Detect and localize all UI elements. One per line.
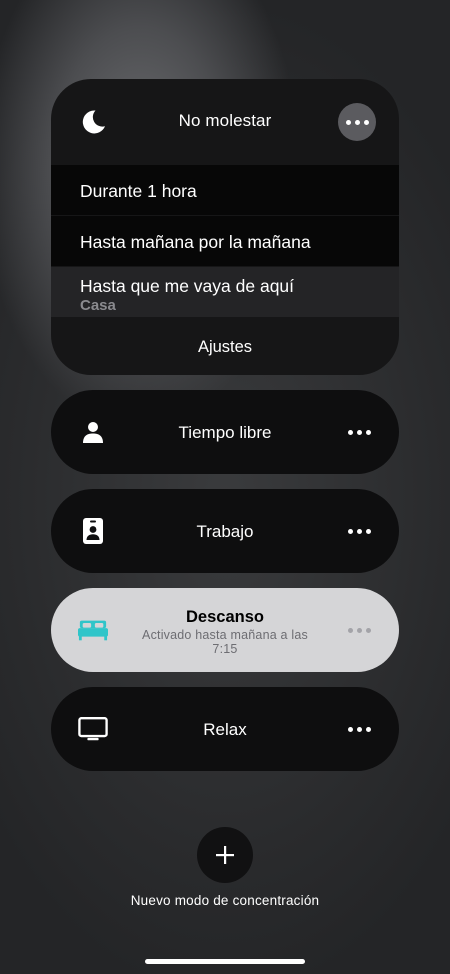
mode-more-button[interactable]: [339, 521, 379, 541]
add-focus-mode-label: Nuevo modo de concentración: [130, 893, 320, 908]
home-indicator[interactable]: [145, 959, 305, 964]
ellipsis-icon: [345, 119, 369, 125]
option-until-tomorrow-morning[interactable]: Hasta mañana por la mañana: [51, 216, 399, 266]
mode-more-button[interactable]: [339, 422, 379, 442]
mode-more-button[interactable]: [339, 620, 379, 640]
do-not-disturb-card: No molestar Durante 1 hora Hasta mañana …: [51, 79, 399, 375]
mode-status: Activado hasta mañana a las 7:15: [142, 628, 308, 656]
settings-link[interactable]: Ajustes: [51, 338, 399, 357]
plus-icon: [216, 846, 234, 864]
option-location: Casa: [80, 297, 116, 314]
option-label: Hasta mañana por la mañana: [80, 232, 311, 252]
option-one-hour[interactable]: Durante 1 hora: [51, 165, 399, 215]
mode-descanso[interactable]: Descanso Activado hasta mañana a las 7:1…: [51, 588, 399, 672]
option-label: Hasta que me vaya de aquí: [80, 276, 295, 296]
mode-more-button[interactable]: [339, 719, 379, 739]
mode-relax[interactable]: Relax: [51, 687, 399, 771]
ellipsis-icon: [347, 528, 371, 534]
ellipsis-icon: [347, 627, 371, 633]
option-label: Durante 1 hora: [80, 181, 197, 201]
do-not-disturb-header[interactable]: No molestar: [51, 79, 399, 165]
option-until-i-leave[interactable]: Hasta que me vaya de aquí Casa: [51, 267, 399, 317]
ellipsis-icon: [347, 429, 371, 435]
do-not-disturb-more-button[interactable]: [338, 103, 376, 141]
ellipsis-icon: [347, 726, 371, 732]
mode-trabajo[interactable]: Trabajo: [51, 489, 399, 573]
mode-tiempo-libre[interactable]: Tiempo libre: [51, 390, 399, 474]
add-focus-mode-button[interactable]: [197, 827, 253, 883]
